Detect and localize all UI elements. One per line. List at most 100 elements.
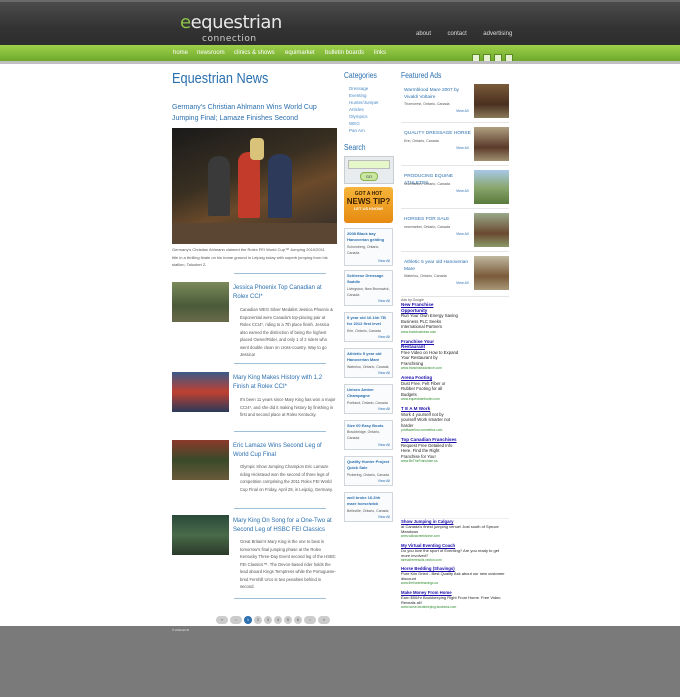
- story-title[interactable]: Jessica Phoenix Top Canadian at Rolex CC…: [233, 284, 335, 302]
- category-dressage[interactable]: Dressage: [349, 86, 368, 91]
- story-title[interactable]: Mary King Makes History with 1,2 Finish …: [233, 374, 335, 392]
- google-ad-url[interactable]: prioflawnfour.cosmetics.com: [401, 428, 459, 433]
- page-5[interactable]: 5: [284, 616, 292, 624]
- page-2[interactable]: 2: [254, 616, 262, 624]
- nav-newsroom[interactable]: newsroom: [197, 50, 225, 56]
- classified-item[interactable]: Athletic 5 year old Hanoverian Mare Wate…: [344, 348, 393, 378]
- classified-view-all[interactable]: View All: [378, 443, 390, 447]
- featured-ad-image[interactable]: [474, 84, 509, 118]
- classified-view-all[interactable]: View All: [378, 371, 390, 375]
- classified-item[interactable]: 5 year old 16.1hh TB for 2012 first leve…: [344, 312, 393, 342]
- google-ad-url[interactable]: www.thehorseshavings.ca: [401, 581, 509, 586]
- featured-story-image[interactable]: [172, 128, 337, 244]
- story-thumbnail[interactable]: [172, 282, 229, 322]
- google-ad[interactable]: Top Canadian Franchises Request Free Det…: [401, 437, 459, 464]
- classified-title[interactable]: Quality Hunter Project Quick Sale: [347, 459, 391, 471]
- google-ad[interactable]: Arena Footing Dust Free. Felt Fiber or R…: [401, 375, 459, 402]
- featured-ad[interactable]: HORSES FOR SALE newmarket, Ontario, Cana…: [401, 213, 509, 252]
- page-6[interactable]: 6: [294, 616, 302, 624]
- news-tip-banner[interactable]: GOT A HOT NEWS TIP? LET US KNOW!: [344, 187, 393, 223]
- featured-ad-view-all[interactable]: View All: [456, 146, 469, 150]
- google-ad[interactable]: Franchise Your Restaurant Free Video on …: [401, 339, 459, 372]
- google-ad[interactable]: Show Jumping in Calgary at Canada's fine…: [401, 519, 509, 539]
- top-link-advertising[interactable]: advertising: [483, 31, 512, 37]
- nav-equimarket[interactable]: equimarket: [285, 50, 315, 56]
- featured-ad[interactable]: PRODUCING EQUINE ATHLETES newmarket, Ont…: [401, 170, 509, 209]
- classified-title[interactable]: Athletic 5 year old Hanoverian Mare: [347, 351, 391, 363]
- featured-ad-title[interactable]: HORSES FOR SALE: [404, 217, 472, 224]
- featured-ad-title[interactable]: QUALITY DRESSAGE HORSE: [404, 131, 472, 138]
- page-first[interactable]: «: [216, 616, 228, 624]
- featured-ad-image[interactable]: [474, 213, 509, 247]
- featured-ad[interactable]: QUALITY DRESSAGE HORSE Erin, Ontario, Ca…: [401, 127, 509, 166]
- classified-item[interactable]: 2008 Black bay Hanoverian gelding Schomb…: [344, 228, 393, 266]
- google-ad-url[interactable]: www.willowcreekhorse.com: [401, 534, 509, 539]
- page-prev[interactable]: ‹: [230, 616, 242, 624]
- featured-ad[interactable]: Warmblood Mare 2007 by Vivaldi Voltaire …: [401, 84, 509, 123]
- google-ad-title[interactable]: Top Canadian Franchises: [401, 437, 459, 443]
- category-weg[interactable]: WEG: [349, 121, 360, 126]
- featured-ad[interactable]: Athletic 5 year old Hanoverian Mare Wate…: [401, 256, 509, 297]
- google-ad-url[interactable]: www.BeTheFranchise.ca: [401, 459, 459, 464]
- top-link-about[interactable]: about: [416, 31, 431, 37]
- category-articles[interactable]: Articles: [349, 107, 364, 112]
- story-thumbnail[interactable]: [172, 440, 229, 480]
- featured-story-title[interactable]: Germany's Christian Ahlmann Wins World C…: [172, 102, 334, 124]
- featured-ad-title[interactable]: Warmblood Mare 2007 by Vivaldi Voltaire: [404, 88, 472, 101]
- category-pan-am[interactable]: Pan Am: [349, 128, 365, 133]
- search-button[interactable]: GO: [360, 172, 378, 181]
- google-ad-url[interactable]: www.equestrianfooter.com: [401, 397, 459, 402]
- classified-view-all[interactable]: View All: [378, 259, 390, 263]
- story-title[interactable]: Eric Lamaze Wins Second Leg of World Cup…: [233, 442, 335, 460]
- google-ad[interactable]: T E A M Work Work 4 yourself not by your…: [401, 406, 459, 433]
- category-eventing[interactable]: Eventing: [349, 93, 367, 98]
- classified-item[interactable]: Size 00 Easy Boots Brackbridge, Ontario,…: [344, 420, 393, 450]
- featured-ad-image[interactable]: [474, 256, 509, 290]
- classified-title[interactable]: Schleese Dressage Saddle: [347, 273, 391, 285]
- google-ad[interactable]: New Franchise Opportunity Run Your Own E…: [401, 302, 459, 335]
- featured-ad-view-all[interactable]: View All: [456, 109, 469, 113]
- nav-clinics-shows[interactable]: clinics & shows: [234, 50, 275, 56]
- nav-links[interactable]: links: [374, 50, 386, 56]
- classified-item[interactable]: Unisex Amber Champagne Portland, Ontario…: [344, 384, 393, 414]
- featured-ad-view-all[interactable]: View All: [456, 189, 469, 193]
- classified-item[interactable]: well broke 16.2hh mare horse/wick Bellev…: [344, 492, 393, 522]
- google-ad-title[interactable]: Franchise Your Restaurant: [401, 339, 459, 350]
- classified-title[interactable]: 5 year old 16.1hh TB for 2012 first leve…: [347, 315, 391, 327]
- google-ad-url[interactable]: www.franchiseadvance.com: [401, 366, 459, 371]
- featured-ad-image[interactable]: [474, 127, 509, 161]
- page-4[interactable]: 4: [274, 616, 282, 624]
- classified-view-all[interactable]: View All: [378, 299, 390, 303]
- classified-item[interactable]: Schleese Dressage Saddle Livingston, New…: [344, 270, 393, 306]
- search-input[interactable]: [348, 160, 390, 169]
- top-link-contact[interactable]: contact: [447, 31, 466, 37]
- google-ad[interactable]: My Virtual Eventing Coach Do you love th…: [401, 543, 509, 563]
- featured-ad-image[interactable]: [474, 170, 509, 204]
- classified-title[interactable]: Size 00 Easy Boots: [347, 423, 391, 429]
- page-next[interactable]: ›: [304, 616, 316, 624]
- classified-view-all[interactable]: View All: [378, 407, 390, 411]
- classified-view-all[interactable]: View All: [378, 335, 390, 339]
- page-3[interactable]: 3: [264, 616, 272, 624]
- story-thumbnail[interactable]: [172, 372, 229, 412]
- classified-item[interactable]: Quality Hunter Project Quick Sale Picker…: [344, 456, 393, 486]
- site-logo[interactable]: eequestrian connection: [180, 14, 282, 46]
- nav-home[interactable]: home: [173, 50, 188, 56]
- page-last[interactable]: »: [318, 616, 330, 624]
- classified-title[interactable]: Unisex Amber Champagne: [347, 387, 391, 399]
- classified-title[interactable]: 2008 Black bay Hanoverian gelding: [347, 231, 391, 243]
- nav-bulletin-boards[interactable]: bulletin boards: [325, 50, 364, 56]
- featured-ad-title[interactable]: Athletic 5 year old Hanoverian Mare: [404, 260, 472, 273]
- classified-view-all[interactable]: View All: [378, 479, 390, 483]
- category-hunter-jumper[interactable]: Hunter/Jumper: [349, 100, 379, 105]
- classified-view-all[interactable]: View All: [378, 515, 390, 519]
- google-ad[interactable]: Horse Bedding (Shavings) Pure Kiln Dried…: [401, 566, 509, 586]
- page-1[interactable]: 1: [244, 616, 252, 624]
- featured-ad-view-all[interactable]: View All: [456, 281, 469, 285]
- story-thumbnail[interactable]: [172, 515, 229, 555]
- google-ad-url[interactable]: www.home-bookkeeping-business.com: [401, 605, 509, 610]
- featured-ad-view-all[interactable]: View All: [456, 232, 469, 236]
- classified-title[interactable]: well broke 16.2hh mare horse/wick: [347, 495, 391, 507]
- story-title[interactable]: Mary King On Song for a One-Two at Secon…: [233, 517, 335, 535]
- google-ad-url[interactable]: www.bookbusiness.com: [401, 330, 459, 335]
